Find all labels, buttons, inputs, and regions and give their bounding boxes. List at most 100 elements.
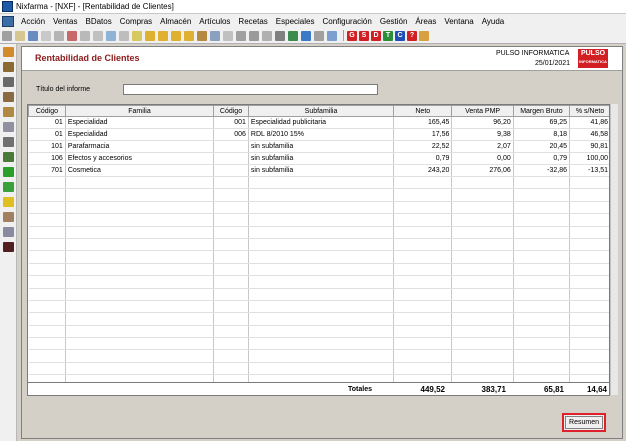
last-icon[interactable] xyxy=(184,30,194,41)
app-icon xyxy=(2,1,13,12)
table-cell xyxy=(65,238,215,252)
menu-1[interactable]: Ventas xyxy=(49,17,81,26)
table-cell: Especialidad xyxy=(65,128,215,141)
orders-icon[interactable] xyxy=(3,137,14,147)
toolbar-letter-5-icon[interactable]: ? xyxy=(407,30,417,41)
home-icon[interactable] xyxy=(419,30,429,41)
sales-icon[interactable] xyxy=(3,47,14,57)
table-cell: 276,06 xyxy=(451,164,514,177)
toolbar-letter-2-icon[interactable]: D xyxy=(371,30,381,41)
table-cell xyxy=(569,188,609,202)
warning-icon[interactable] xyxy=(3,197,14,207)
table-cell xyxy=(451,201,514,215)
menu-6[interactable]: Recetas xyxy=(234,17,271,26)
total-neto: 449,52 xyxy=(420,384,445,394)
edit-icon[interactable] xyxy=(54,30,64,41)
menu-2[interactable]: BDatos xyxy=(81,17,115,26)
column-header[interactable]: Margen Bruto xyxy=(512,105,571,117)
edit-icon[interactable] xyxy=(3,122,14,132)
table-cell xyxy=(451,337,514,351)
copy-icon[interactable] xyxy=(80,30,90,41)
table-cell xyxy=(28,275,66,289)
attach-icon[interactable] xyxy=(236,30,246,41)
paste-icon[interactable] xyxy=(93,30,103,41)
table-cell xyxy=(513,188,571,202)
report-name-input[interactable] xyxy=(123,84,378,95)
menu-4[interactable]: Almacén xyxy=(156,17,195,26)
first-icon[interactable] xyxy=(145,30,155,41)
star-icon[interactable] xyxy=(132,30,142,41)
people-icon[interactable] xyxy=(3,212,14,222)
toolbar-letter-1-icon[interactable]: S xyxy=(359,30,369,41)
group-icon[interactable] xyxy=(3,227,14,237)
menu-0[interactable]: Acción xyxy=(17,17,49,26)
filter-icon[interactable] xyxy=(119,30,129,41)
table-row[interactable]: 701 Cosmetica sin subfamilia 243,20 276,06 -3… xyxy=(28,164,609,177)
save-icon[interactable] xyxy=(28,30,38,41)
table-cell xyxy=(213,263,249,277)
help-icon[interactable] xyxy=(223,30,233,41)
results-table: Código Familia Código Subfamilia Neto Venta P… xyxy=(27,104,610,395)
new-icon[interactable] xyxy=(41,30,51,41)
table-cell xyxy=(513,349,571,363)
barcode-icon[interactable] xyxy=(3,242,14,252)
column-header[interactable]: Neto xyxy=(393,105,453,117)
delete-icon[interactable] xyxy=(67,30,77,41)
previous-icon[interactable] xyxy=(158,30,168,41)
cart-icon[interactable] xyxy=(3,92,14,102)
add-icon[interactable] xyxy=(3,167,14,177)
table-cell xyxy=(213,140,249,153)
menu-5[interactable]: Artículos xyxy=(195,17,234,26)
grid-icon[interactable] xyxy=(288,30,298,41)
table-cell xyxy=(65,288,215,301)
resumen-button[interactable]: Resumen xyxy=(562,413,606,432)
print-icon[interactable] xyxy=(197,30,207,41)
document-icon[interactable] xyxy=(3,152,14,162)
search-icon[interactable] xyxy=(106,30,116,41)
system-menu-icon[interactable] xyxy=(2,15,14,27)
refresh-icon[interactable] xyxy=(3,182,14,192)
table-cell xyxy=(28,263,66,277)
column-header[interactable]: % s/Neto xyxy=(569,105,609,117)
table-cell: 22,52 xyxy=(393,140,453,153)
refresh-icon[interactable] xyxy=(301,30,311,41)
table-cell xyxy=(513,337,571,351)
toolbar-letter-4-icon[interactable]: C xyxy=(395,30,405,41)
products-icon[interactable] xyxy=(3,62,14,72)
menu-9[interactable]: Gestión xyxy=(376,17,412,26)
table-row[interactable]: 106 Efectos y accesorios sin subfamilia 0,7… xyxy=(28,152,609,165)
table-row[interactable]: 01 Especialidad 001 Especialidad publicitar… xyxy=(28,116,609,129)
menu-10[interactable]: Áreas xyxy=(411,17,440,26)
table-row[interactable]: 01 Especialidad 006 RDL 8/2010 15% 17,56 9,38… xyxy=(28,128,609,141)
stock-icon[interactable] xyxy=(3,107,14,117)
menu-3[interactable]: Compras xyxy=(116,17,156,26)
next-icon[interactable] xyxy=(171,30,181,41)
toolbar-letter-3-icon[interactable]: T xyxy=(383,30,393,41)
tools-icon[interactable] xyxy=(249,30,259,41)
column-header[interactable]: Código xyxy=(28,105,66,117)
preview-icon[interactable] xyxy=(210,30,220,41)
open-icon[interactable] xyxy=(15,30,25,41)
cart-icon[interactable] xyxy=(314,30,324,41)
column-header[interactable]: Venta PMP xyxy=(451,105,514,117)
table-cell xyxy=(569,288,609,301)
settings-icon[interactable] xyxy=(262,30,272,41)
table-cell xyxy=(451,263,514,277)
stop-icon[interactable] xyxy=(275,30,285,41)
exit-icon[interactable] xyxy=(2,30,12,41)
toolbar-letter-0-icon[interactable]: G xyxy=(347,30,357,41)
table-row[interactable]: 101 Parafarmacia sin subfamilia 22,52 2,07 20… xyxy=(28,140,609,153)
column-header[interactable]: Código xyxy=(213,105,249,117)
menu-7[interactable]: Especiales xyxy=(272,17,319,26)
menu-11[interactable]: Ventana xyxy=(440,17,477,26)
table-cell xyxy=(248,213,395,227)
vertical-scrollbar[interactable] xyxy=(610,104,618,395)
customer-icon[interactable] xyxy=(3,77,14,87)
menu-12[interactable]: Ayuda xyxy=(478,17,509,26)
column-header[interactable]: Familia xyxy=(64,105,215,117)
table-cell: 2,07 xyxy=(451,140,514,153)
column-header[interactable]: Subfamilia xyxy=(247,105,395,117)
menu-8[interactable]: Configuración xyxy=(318,17,375,26)
table-cell xyxy=(213,201,249,215)
user-icon[interactable] xyxy=(327,30,337,41)
